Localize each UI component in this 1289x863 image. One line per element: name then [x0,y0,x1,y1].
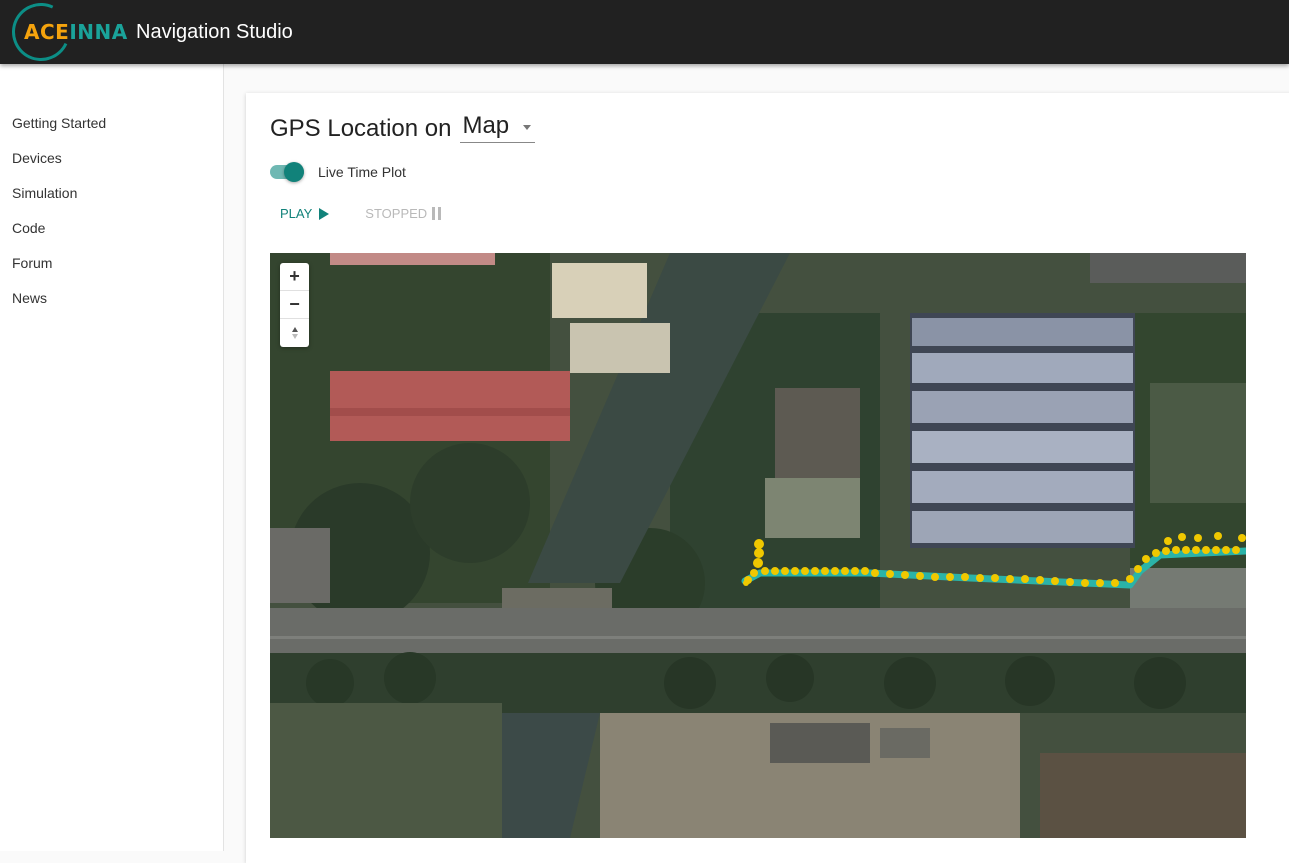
view-select[interactable]: Map [460,111,536,143]
toggle-thumb [284,162,304,182]
logo-text: ACEINNA [24,20,128,44]
stopped-label: STOPPED [365,206,428,221]
sidebar: Getting Started Devices Simulation Code … [0,64,224,851]
play-button[interactable]: PLAY [280,206,330,221]
live-time-plot-label: Live Time Plot [318,164,406,180]
page-title-text: GPS Location on [270,115,452,142]
sidebar-item-devices[interactable]: Devices [0,147,223,182]
caret-down-icon [523,125,532,130]
live-time-plot-row: Live Time Plot [270,162,406,182]
compass-reset-button[interactable] [280,319,309,347]
pause-icon [432,207,442,220]
sidebar-item-code[interactable]: Code [0,217,223,252]
page-title: GPS Location on Map [270,111,536,143]
sidebar-item-forum[interactable]: Forum [0,252,223,287]
playback-controls: PLAY STOPPED [280,206,442,221]
zoom-out-button[interactable]: − [280,291,309,319]
satellite-imagery [270,253,1246,838]
live-time-plot-toggle[interactable] [270,162,304,182]
aceinna-logo[interactable]: ACEINNA [3,0,127,70]
sidebar-item-news[interactable]: News [0,287,223,322]
zoom-in-button[interactable]: + [280,263,309,291]
play-label: PLAY [280,206,313,221]
stopped-button[interactable]: STOPPED [365,206,442,221]
sidebar-item-getting-started[interactable]: Getting Started [0,112,223,147]
play-icon [319,207,330,220]
sidebar-item-simulation[interactable]: Simulation [0,182,223,217]
satellite-map[interactable]: + − [270,253,1246,838]
gps-map-card: GPS Location on Map Live Time Plot PLAY … [246,93,1289,863]
app-header: ACEINNA Navigation Studio [0,0,1289,70]
compass-north-icon [291,327,298,332]
view-select-value: Map [462,111,510,139]
map-zoom-controls: + − [280,263,309,347]
app-title: Navigation Studio [136,20,293,43]
compass-south-icon [291,334,298,339]
